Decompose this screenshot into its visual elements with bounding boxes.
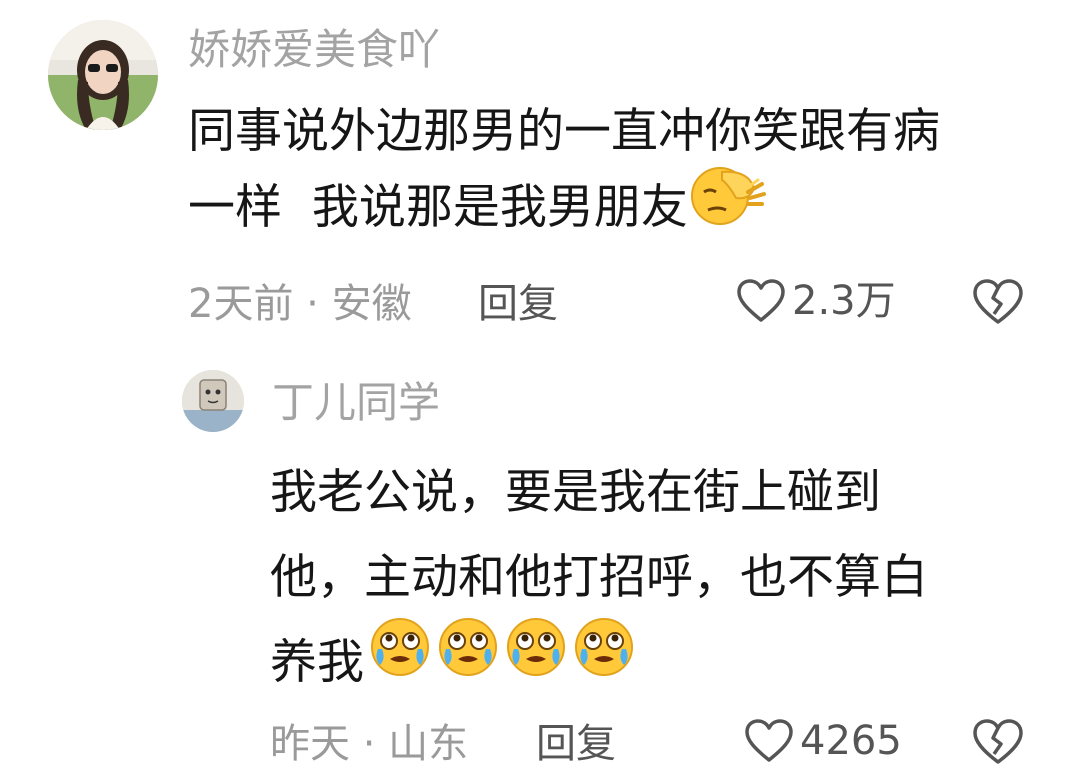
avatar-image xyxy=(182,370,244,432)
reply-username[interactable]: 丁儿同学 xyxy=(272,382,440,424)
reply-meta: 昨天 · 山东 xyxy=(270,721,469,767)
face-palm-emoji-icon xyxy=(688,162,768,249)
comment-text: 同事说外边那男的一直冲你笑跟有病 一样 我说那是我男朋友 xyxy=(188,94,1058,249)
crying-emoji-group xyxy=(364,618,636,690)
broken-heart-icon xyxy=(973,279,1023,324)
like-count: 2.3万 xyxy=(792,278,896,324)
avatar[interactable] xyxy=(182,370,244,432)
crying-face-emoji-icon xyxy=(504,615,568,706)
reply-text-line: 养我 xyxy=(270,618,1060,706)
heart-outline-icon xyxy=(745,719,793,762)
reply-button[interactable]: 回复 xyxy=(536,724,616,764)
heart-outline-icon xyxy=(737,279,785,322)
comment-meta: 2天前 · 安徽 xyxy=(188,281,412,327)
reply-text-line: 我老公说，要是我在街上碰到 xyxy=(270,465,881,520)
like-button[interactable]: 2.3万 xyxy=(736,278,896,324)
reply-text-line: 他，主动和他打招呼，也不算白 xyxy=(270,550,928,605)
comment-text-line: 同事说外边那男的一直冲你笑跟有病 xyxy=(188,104,940,159)
dislike-button[interactable] xyxy=(972,278,1024,330)
comment-username[interactable]: 娇娇爱美食吖 xyxy=(188,29,440,71)
comment-text-line: 一样 我说那是我男朋友 xyxy=(188,167,1058,249)
avatar-image xyxy=(48,20,158,130)
like-button[interactable]: 4265 xyxy=(744,718,902,764)
reply-text-segment: 养我 xyxy=(270,635,364,690)
reply-button[interactable]: 回复 xyxy=(478,284,558,324)
avatar[interactable] xyxy=(48,20,158,130)
crying-face-emoji-icon xyxy=(368,615,432,706)
reply-text: 我老公说，要是我在街上碰到 他，主动和他打招呼，也不算白 养我 xyxy=(270,450,1060,706)
dislike-button[interactable] xyxy=(972,718,1024,770)
like-count: 4265 xyxy=(800,718,902,764)
comment-text-segment: 一样 我说那是我男朋友 xyxy=(188,180,688,235)
broken-heart-icon xyxy=(973,719,1023,764)
crying-face-emoji-icon xyxy=(436,615,500,706)
crying-face-emoji-icon xyxy=(572,615,636,706)
